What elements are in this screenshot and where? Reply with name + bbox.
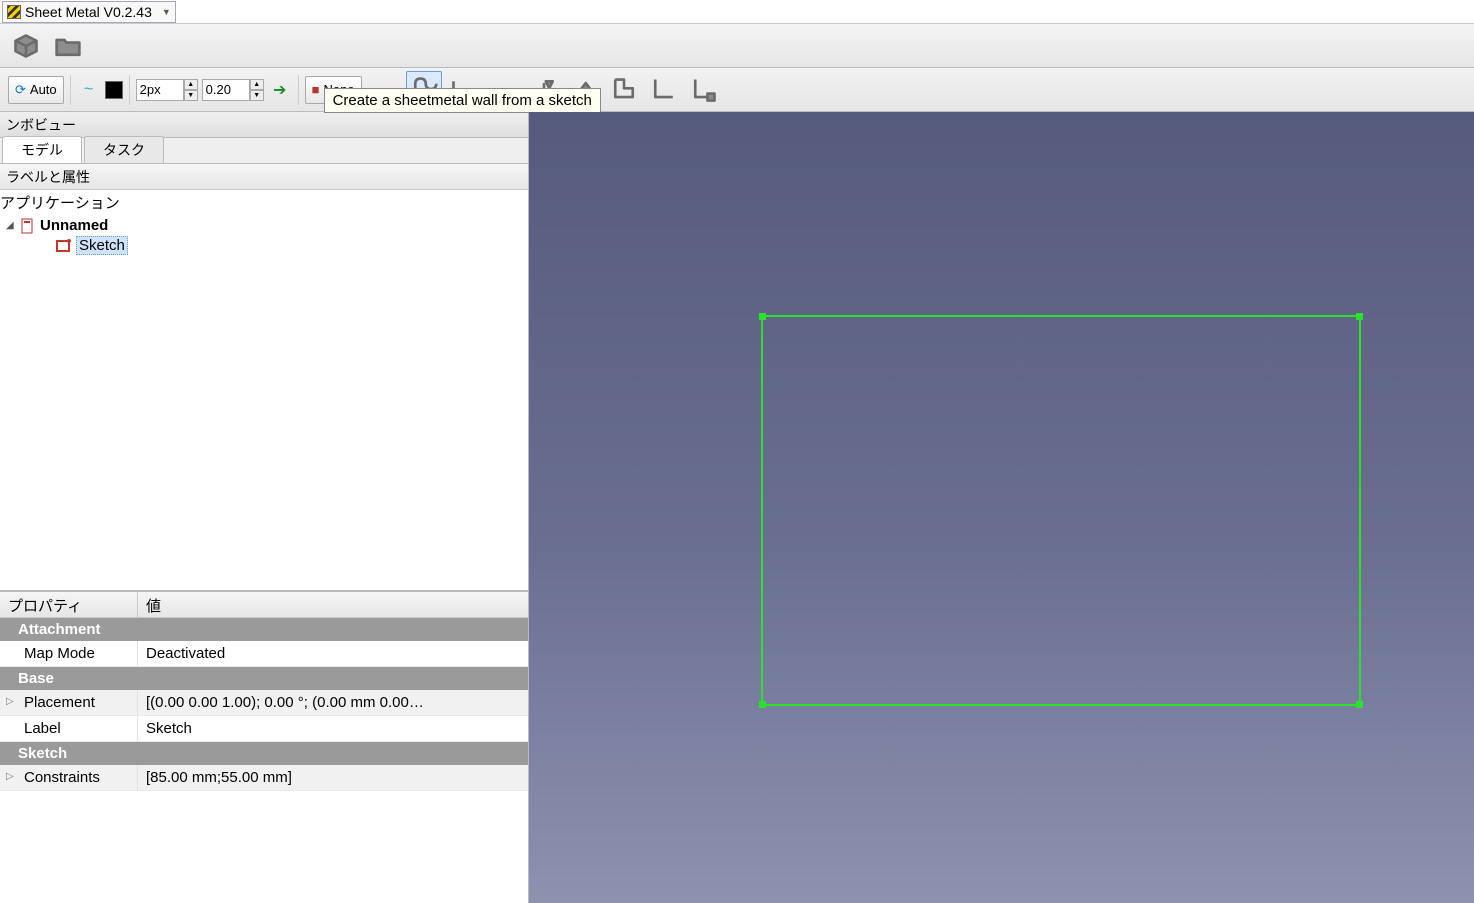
vertex-handle[interactable] — [1356, 313, 1363, 320]
sheetmetal-workbench-icon — [7, 5, 21, 19]
separator — [298, 75, 299, 105]
line-color-picker[interactable]: ~ — [77, 78, 101, 102]
sketch-rectangle[interactable] — [761, 315, 1361, 706]
vertex-handle[interactable] — [759, 701, 766, 708]
document-icon — [20, 218, 36, 234]
line-width-spinner[interactable]: ▲▼ — [136, 79, 198, 101]
sm-corner-relief-button[interactable] — [606, 72, 642, 108]
separator — [129, 75, 130, 105]
doc-label: Unnamed — [40, 217, 108, 234]
col-property: プロパティ — [0, 592, 138, 617]
spin-down[interactable]: ▼ — [250, 90, 264, 101]
opacity-spinner[interactable]: ▲▼ — [202, 79, 264, 101]
combo-tabs: モデル タスク — [0, 138, 528, 164]
prop-key: ▷Constraints — [0, 765, 138, 790]
sketch-label: Sketch — [76, 236, 128, 255]
spin-up[interactable]: ▲ — [250, 79, 264, 90]
tree-app-root[interactable]: アプリケーション — [0, 190, 528, 215]
app-label: アプリケーション — [0, 192, 120, 213]
property-header: プロパティ 値 — [0, 592, 528, 618]
prop-key: Label — [0, 716, 138, 741]
apply-style-button[interactable]: ➔ — [268, 78, 292, 102]
sm-junction-button[interactable] — [686, 72, 722, 108]
main-area: ンボビュー モデル タスク ラベルと属性 アプリケーション ◢ Unnamed — [0, 112, 1474, 903]
new-part-button[interactable] — [8, 28, 44, 64]
tree-doc[interactable]: ◢ Unnamed — [0, 217, 528, 234]
tree-sketch[interactable]: Sketch — [0, 236, 528, 255]
combo-view: ンボビュー モデル タスク ラベルと属性 アプリケーション ◢ Unnamed — [0, 112, 529, 903]
spin-up[interactable]: ▲ — [184, 79, 198, 90]
tree: アプリケーション ◢ Unnamed Sketch — [0, 190, 528, 590]
separator — [70, 75, 71, 105]
auto-icon: ⟳ — [15, 82, 26, 98]
group-attachment: Attachment — [0, 618, 528, 641]
prop-placement[interactable]: ▷Placement [(0.00 0.00 1.00); 0.00 °; (0… — [0, 690, 528, 716]
workbench-label: Sheet Metal V0.2.43 — [25, 4, 152, 20]
tree-header: ラベルと属性 — [0, 164, 528, 190]
opacity-input[interactable] — [202, 79, 250, 101]
vertex-handle[interactable] — [1356, 701, 1363, 708]
sm-relief-button[interactable] — [646, 72, 682, 108]
vertex-handle[interactable] — [759, 313, 766, 320]
prop-key: Map Mode — [0, 641, 138, 666]
tab-model[interactable]: モデル — [2, 136, 82, 163]
expander-icon[interactable]: ▷ — [6, 696, 14, 707]
workbench-bar: Sheet Metal V0.2.43 ▼ — [0, 0, 1474, 24]
group-base: Base — [0, 667, 528, 690]
open-button[interactable] — [50, 28, 86, 64]
3d-viewport[interactable] — [529, 112, 1474, 903]
expander-icon[interactable]: ◢ — [6, 220, 16, 231]
expander-icon[interactable]: ▷ — [6, 771, 14, 782]
line-width-input[interactable] — [136, 79, 184, 101]
workbench-selector[interactable]: Sheet Metal V0.2.43 ▼ — [2, 1, 176, 23]
sketch-icon — [56, 238, 72, 254]
prop-val: [85.00 mm;55.00 mm] — [138, 765, 528, 790]
prop-val: [(0.00 0.00 1.00); 0.00 °; (0.00 mm 0.00… — [138, 690, 528, 715]
col-value: 値 — [138, 592, 169, 617]
prop-label[interactable]: Label Sketch — [0, 716, 528, 742]
draft-toolbar: ⟳ Auto ~ ▲▼ ▲▼ ➔ ■ None Create a sheetme… — [0, 68, 1474, 112]
prop-map-mode[interactable]: Map Mode Deactivated — [0, 641, 528, 667]
prop-constraints[interactable]: ▷Constraints [85.00 mm;55.00 mm] — [0, 765, 528, 791]
tooltip: Create a sheetmetal wall from a sketch — [324, 88, 601, 113]
property-panel: プロパティ 値 Attachment Map Mode Deactivated … — [0, 590, 528, 903]
prop-val: Sketch — [138, 716, 528, 741]
chevron-down-icon: ▼ — [162, 7, 171, 17]
folder-none-icon: ■ — [312, 82, 320, 97]
tab-task[interactable]: タスク — [84, 136, 164, 163]
file-toolbar — [0, 24, 1474, 68]
auto-button[interactable]: ⟳ Auto — [8, 76, 64, 104]
prop-val: Deactivated — [138, 641, 528, 666]
prop-key: ▷Placement — [0, 690, 138, 715]
spin-down[interactable]: ▼ — [184, 90, 198, 101]
group-sketch: Sketch — [0, 742, 528, 765]
auto-label: Auto — [30, 82, 57, 97]
face-color-swatch[interactable] — [105, 81, 123, 99]
combo-title: ンボビュー — [0, 112, 528, 138]
